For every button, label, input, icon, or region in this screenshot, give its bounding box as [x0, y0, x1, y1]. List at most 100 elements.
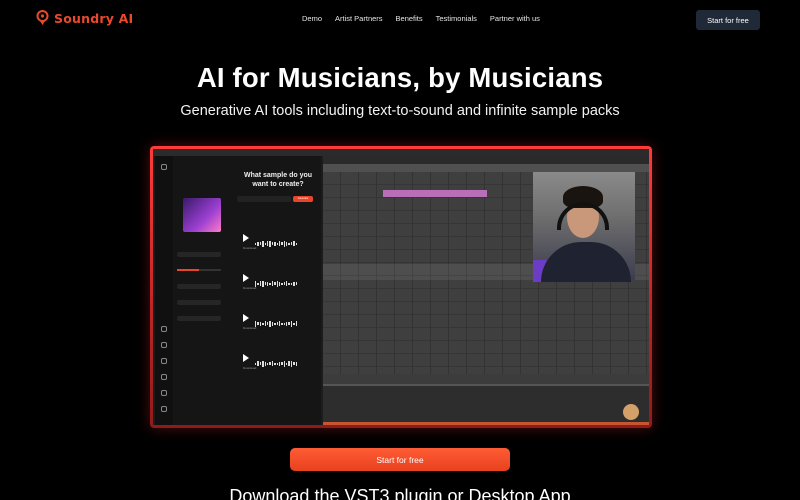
waveform-bar	[266, 281, 269, 286]
nav-link-testimonials[interactable]: Testimonials	[436, 14, 477, 23]
download-link: Download	[243, 366, 257, 370]
key-select	[177, 300, 221, 305]
waveform-bar	[255, 362, 257, 365]
diversity-slider	[177, 269, 221, 271]
waveform-bar	[276, 242, 278, 245]
download-section-title: Download the VST3 plugin or Desktop App	[229, 486, 571, 500]
logo-icon	[161, 164, 167, 170]
waveform-bar	[264, 282, 266, 286]
waveform-bar	[290, 320, 293, 327]
waveform-bar	[262, 280, 264, 287]
play-icon	[243, 314, 249, 322]
waveform	[255, 275, 305, 287]
logo-mark-icon	[36, 10, 49, 26]
waveform-bar	[262, 240, 264, 247]
waveform-bar	[293, 322, 295, 325]
waveform-bar	[269, 282, 271, 285]
waveform-bar	[259, 242, 262, 246]
waveform-bar	[274, 322, 276, 325]
loop-bpm-field	[177, 284, 221, 289]
waveform-bar	[290, 282, 293, 285]
download-link: Download	[243, 326, 257, 330]
waveform	[255, 235, 305, 247]
daw-detail-panel	[323, 384, 649, 425]
daw-toolbar	[323, 156, 649, 164]
waveform-bar	[276, 280, 278, 287]
waveform-bar	[269, 320, 271, 327]
waveform-bar	[290, 242, 293, 246]
play-icon	[243, 234, 249, 242]
waveform-bar	[259, 281, 262, 287]
midi-clip	[383, 190, 487, 197]
waveform-bar	[257, 241, 259, 246]
waveform-bar	[295, 242, 298, 245]
app-menubar	[153, 149, 649, 156]
waveform-bar	[257, 282, 259, 285]
nav-link-benefits[interactable]: Benefits	[396, 14, 423, 23]
demo-screen: What sample do you want to create? Gener…	[153, 149, 649, 425]
waveform	[255, 355, 305, 367]
brand-logo[interactable]: Soundry AI	[36, 10, 133, 26]
waveform-bar	[259, 321, 262, 326]
waveform-bar	[262, 360, 264, 367]
waveform-bar	[281, 282, 283, 285]
download-link: Download	[243, 246, 257, 250]
user-icon	[161, 406, 167, 412]
mood-select	[177, 316, 221, 321]
daw-window	[323, 156, 649, 425]
model-album-art	[183, 198, 221, 232]
waveform-bar	[278, 361, 281, 366]
waveform-bar	[283, 282, 286, 286]
nav-link-partner[interactable]: Partner with us	[490, 14, 540, 23]
waveform-bar	[257, 361, 259, 367]
waveform-bar	[290, 360, 293, 367]
download-link: Download	[243, 286, 257, 290]
waveform-bar	[283, 240, 286, 247]
waveform-bar	[278, 281, 281, 286]
sample-track: Download	[243, 272, 315, 290]
waveform-bar	[266, 322, 269, 326]
play-icon	[243, 354, 249, 362]
waveform-bar	[271, 242, 274, 246]
waveform-bar	[286, 362, 288, 365]
hero-subtitle: Generative AI tools including text-to-so…	[180, 103, 620, 119]
chat-icon	[161, 326, 167, 332]
nav-link-artist-partners[interactable]: Artist Partners	[335, 14, 383, 23]
nav-links: Demo Artist Partners Benefits Testimonia…	[302, 14, 553, 23]
waveform-bar	[264, 242, 266, 245]
waveform-bar	[262, 322, 264, 325]
nav-start-free-button[interactable]: Start for free	[696, 10, 760, 30]
waveform-bar	[266, 362, 269, 365]
waveform-bar	[266, 241, 269, 247]
plugin-icon-bar	[155, 156, 173, 425]
plugin-panel: What sample do you want to create? Gener…	[155, 156, 321, 425]
waveform-bar	[276, 322, 278, 326]
waveform	[255, 315, 305, 327]
waveform-bar	[293, 241, 295, 247]
prompt-input	[237, 196, 291, 202]
waveform-bar	[255, 242, 257, 245]
waveform-bar	[274, 282, 276, 286]
library-icon	[161, 374, 167, 380]
waveform-bar	[281, 322, 283, 325]
daw-ruler	[323, 164, 649, 172]
plugin-chat: What sample do you want to create? Gener…	[235, 156, 321, 425]
waveform-bar	[286, 281, 288, 287]
waveform-bar	[281, 242, 283, 246]
plugin-sidebar	[175, 156, 225, 425]
waveform-bar	[281, 362, 283, 366]
waveform-bar	[293, 362, 295, 366]
nav-link-demo[interactable]: Demo	[302, 14, 322, 23]
waveform-bar	[271, 321, 274, 326]
waveform-bar	[274, 241, 276, 246]
type-select	[177, 252, 221, 257]
play-icon	[243, 274, 249, 282]
waveform-bar	[288, 322, 290, 326]
waveform-bar	[269, 362, 271, 366]
waveform-bar	[295, 282, 298, 286]
waveform-bar	[264, 321, 266, 327]
avatar	[623, 404, 639, 420]
waveform-bar	[278, 241, 281, 247]
hero-start-free-button[interactable]: Start for free	[290, 448, 510, 471]
wave-icon	[161, 358, 167, 364]
